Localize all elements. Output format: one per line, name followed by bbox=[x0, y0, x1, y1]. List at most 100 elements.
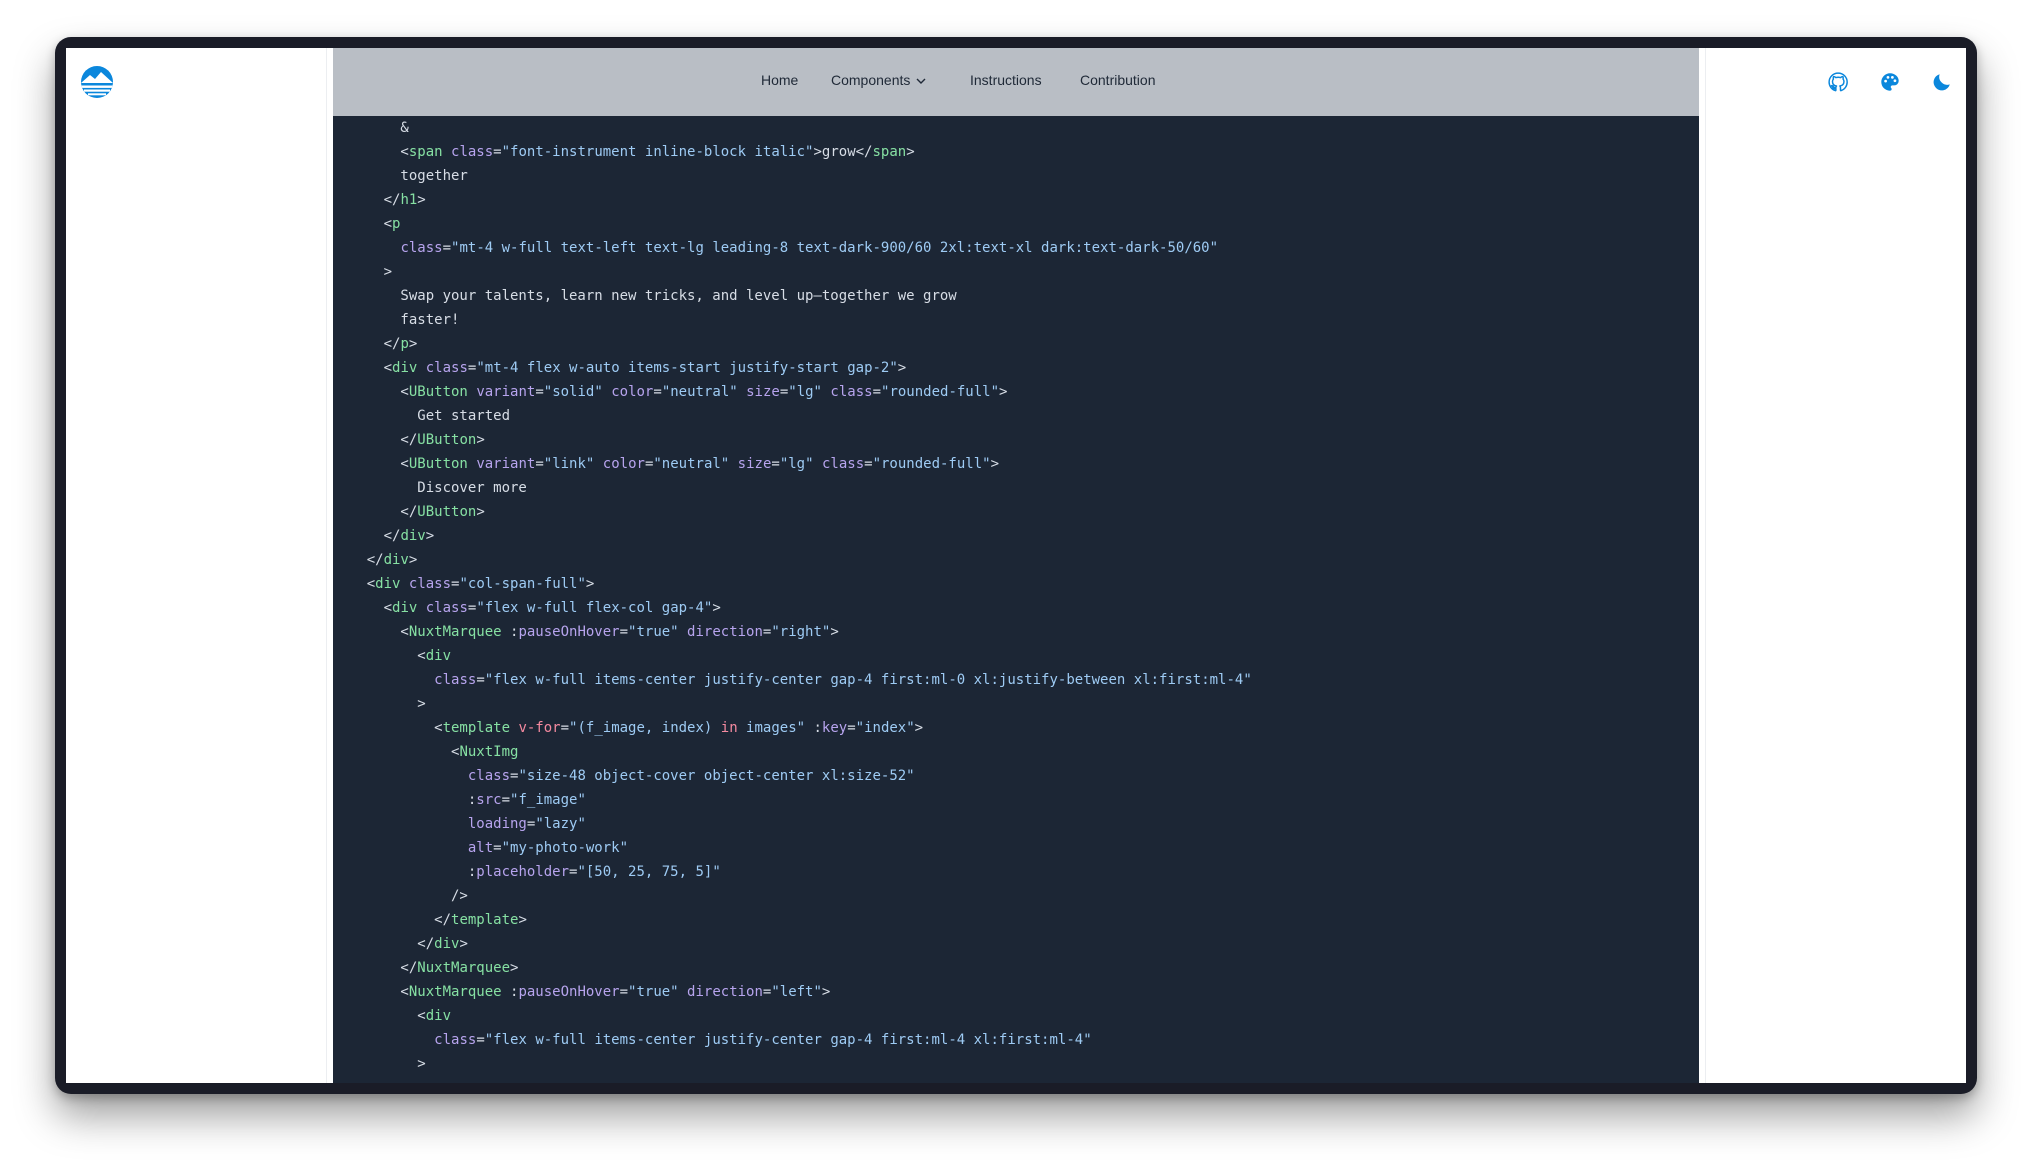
code-token: template bbox=[451, 912, 519, 928]
code-token: = bbox=[619, 624, 629, 640]
code-line: <NuxtMarquee :pauseOnHover="true" direct… bbox=[333, 980, 1252, 1004]
code-block[interactable]: & <span class="font-instrument inline-bl… bbox=[333, 48, 1699, 1083]
code-token: </ bbox=[333, 528, 401, 544]
code-token: "flex w-full flex-col gap-4" bbox=[476, 600, 713, 616]
code-token: NuxtMarquee bbox=[408, 984, 502, 1000]
code-line: <div class="mt-4 flex w-auto items-start… bbox=[333, 356, 1252, 380]
code-line: <div class="flex w-full flex-col gap-4"> bbox=[333, 596, 1252, 620]
code-token: Get started bbox=[333, 408, 511, 424]
code-line: <UButton variant="solid" color="neutral"… bbox=[333, 380, 1252, 404]
code-token: h1 bbox=[400, 192, 418, 208]
code-token: > bbox=[333, 1056, 426, 1072]
moon-icon[interactable] bbox=[1931, 71, 1953, 93]
code-token: > bbox=[897, 360, 907, 376]
code-line: loading="lazy" bbox=[333, 812, 1252, 836]
code-token: > bbox=[425, 528, 435, 544]
code-token: </ bbox=[333, 936, 435, 952]
code-token: < bbox=[333, 984, 409, 1000]
code-token: = bbox=[535, 456, 544, 472]
code-token: together bbox=[333, 168, 468, 184]
palette-icon[interactable] bbox=[1879, 71, 1901, 93]
code-token: </ bbox=[333, 336, 401, 352]
code-token: < bbox=[333, 600, 393, 616]
nav-components-label: Components bbox=[831, 72, 911, 88]
code-token: template bbox=[442, 720, 511, 736]
code-token: > bbox=[518, 912, 527, 928]
code-line: </div> bbox=[333, 524, 1252, 548]
code-token: div bbox=[425, 648, 452, 664]
code-token: class bbox=[434, 1032, 477, 1048]
code-line: </div> bbox=[333, 932, 1252, 956]
code-token: > bbox=[408, 552, 418, 568]
code-token: "col-span-full" bbox=[459, 576, 586, 592]
code-token: "[50, 25, 75, 5]" bbox=[577, 864, 721, 880]
code-token: "link" bbox=[543, 456, 595, 472]
code-line: </NuxtMarquee> bbox=[333, 956, 1252, 980]
code-line: & bbox=[333, 116, 1252, 140]
nav-home[interactable]: Home bbox=[761, 70, 798, 90]
code-token: > bbox=[990, 456, 1000, 472]
code-token: > bbox=[821, 984, 831, 1000]
left-border-line bbox=[326, 48, 327, 1083]
code-token: v-for bbox=[518, 720, 561, 736]
code-line: class="flex w-full items-center justify-… bbox=[333, 1028, 1252, 1052]
code-token: "flex w-full items-center justify-center… bbox=[484, 672, 1252, 688]
code-token: < bbox=[333, 576, 376, 592]
code-token: div bbox=[434, 936, 460, 952]
code-token: UButton bbox=[408, 384, 468, 400]
code-line: <div bbox=[333, 644, 1252, 668]
code-line: class="mt-4 w-full text-left text-lg lea… bbox=[333, 236, 1252, 260]
nav-components[interactable]: Components bbox=[831, 70, 926, 90]
code-token: class bbox=[821, 456, 865, 472]
code-token: div bbox=[375, 576, 401, 592]
code-token: > bbox=[510, 960, 519, 976]
code-token: > bbox=[333, 696, 426, 712]
code-line: <NuxtMarquee :pauseOnHover="true" direct… bbox=[333, 620, 1252, 644]
chevron-down-icon bbox=[916, 78, 926, 85]
code-token: > bbox=[712, 600, 721, 616]
code-line: together bbox=[333, 164, 1252, 188]
code-token: span bbox=[872, 144, 907, 160]
code-token: = bbox=[501, 792, 511, 808]
code-token: < bbox=[333, 1008, 426, 1024]
code-token: pauseOnHover bbox=[518, 984, 620, 1000]
code-line: </UButton> bbox=[333, 500, 1252, 524]
code-line: <span class="font-instrument inline-bloc… bbox=[333, 140, 1252, 164]
code-token: = bbox=[653, 384, 662, 400]
code-line: </div> bbox=[333, 548, 1252, 572]
code-token: </ bbox=[333, 504, 418, 520]
code-token: Swap your talents, learn new tricks, and… bbox=[333, 288, 957, 304]
code-token: = bbox=[779, 384, 789, 400]
code-token: > bbox=[417, 192, 426, 208]
github-icon[interactable] bbox=[1827, 71, 1849, 93]
code-token: "size-48 object-cover object-center xl:s… bbox=[518, 768, 915, 784]
code-token: > bbox=[585, 576, 595, 592]
code-token: < bbox=[333, 744, 460, 760]
code-token: = bbox=[476, 1032, 485, 1048]
code-token: = bbox=[535, 384, 544, 400]
code-token: = bbox=[442, 240, 452, 256]
code-line: <template v-for="(f_image, index) in ima… bbox=[333, 716, 1252, 740]
code-line: </template> bbox=[333, 908, 1252, 932]
code-token: placeholder bbox=[476, 864, 570, 880]
code-token: p bbox=[392, 216, 401, 232]
code-line: Discover more bbox=[333, 476, 1252, 500]
code-token: "index" bbox=[855, 720, 915, 736]
code-token: "rounded-full" bbox=[872, 456, 991, 472]
code-token: = bbox=[771, 456, 780, 472]
nav-instructions[interactable]: Instructions bbox=[970, 70, 1042, 90]
code-token: "lazy" bbox=[535, 816, 586, 832]
code-token: NuxtMarquee bbox=[417, 960, 511, 976]
code-line: <div class="col-span-full"> bbox=[333, 572, 1252, 596]
nav-contribution[interactable]: Contribution bbox=[1080, 70, 1156, 90]
code-token: div bbox=[425, 1008, 452, 1024]
code-token: : bbox=[333, 864, 477, 880]
